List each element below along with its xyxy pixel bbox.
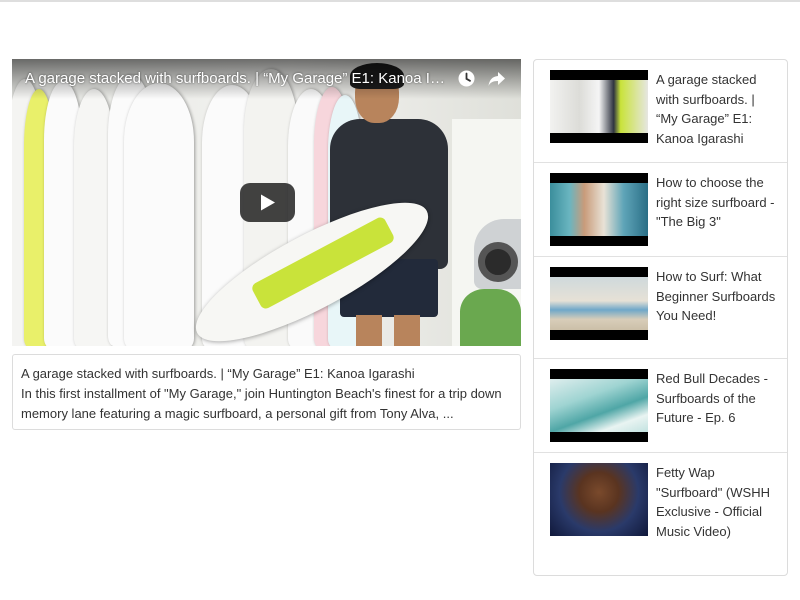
video-thumbnail[interactable] [550, 463, 648, 536]
video-title-link[interactable]: A garage stacked with surfboards. | “My … [25, 70, 445, 87]
related-item[interactable]: How to choose the right size surfboard -… [534, 163, 787, 257]
play-button[interactable] [240, 183, 295, 222]
video-thumbnail[interactable] [550, 173, 648, 246]
watch-later-icon[interactable] [458, 70, 475, 87]
related-item[interactable]: A garage stacked with surfboards. | “My … [534, 60, 787, 163]
video-thumbnail[interactable] [550, 70, 648, 143]
video-player[interactable]: A garage stacked with surfboards. | “My … [12, 59, 521, 346]
video-thumbnail[interactable] [550, 267, 648, 340]
top-border [0, 0, 800, 2]
related-video-title[interactable]: A garage stacked with surfboards. | “My … [656, 70, 776, 148]
related-item[interactable]: Fetty Wap "Surfboard" (WSHH Exclusive - … [534, 453, 787, 575]
related-video-title[interactable]: Red Bull Decades - Surfboards of the Fut… [656, 369, 776, 428]
video-thumbnail[interactable] [550, 369, 648, 442]
share-icon[interactable] [488, 71, 506, 87]
description-title: A garage stacked with surfboards. | “My … [21, 366, 415, 381]
description-text: In this first installment of "My Garage,… [21, 386, 502, 421]
related-video-title[interactable]: Fetty Wap "Surfboard" (WSHH Exclusive - … [656, 463, 776, 541]
related-item[interactable]: How to Surf: What Beginner Surfboards Yo… [534, 257, 787, 359]
video-description-card: A garage stacked with surfboards. | “My … [12, 354, 521, 430]
play-icon [261, 194, 275, 211]
related-video-title[interactable]: How to Surf: What Beginner Surfboards Yo… [656, 267, 776, 326]
related-item[interactable]: Red Bull Decades - Surfboards of the Fut… [534, 359, 787, 453]
related-video-title[interactable]: How to choose the right size surfboard -… [656, 173, 776, 232]
related-videos-list: A garage stacked with surfboards. | “My … [533, 59, 788, 576]
